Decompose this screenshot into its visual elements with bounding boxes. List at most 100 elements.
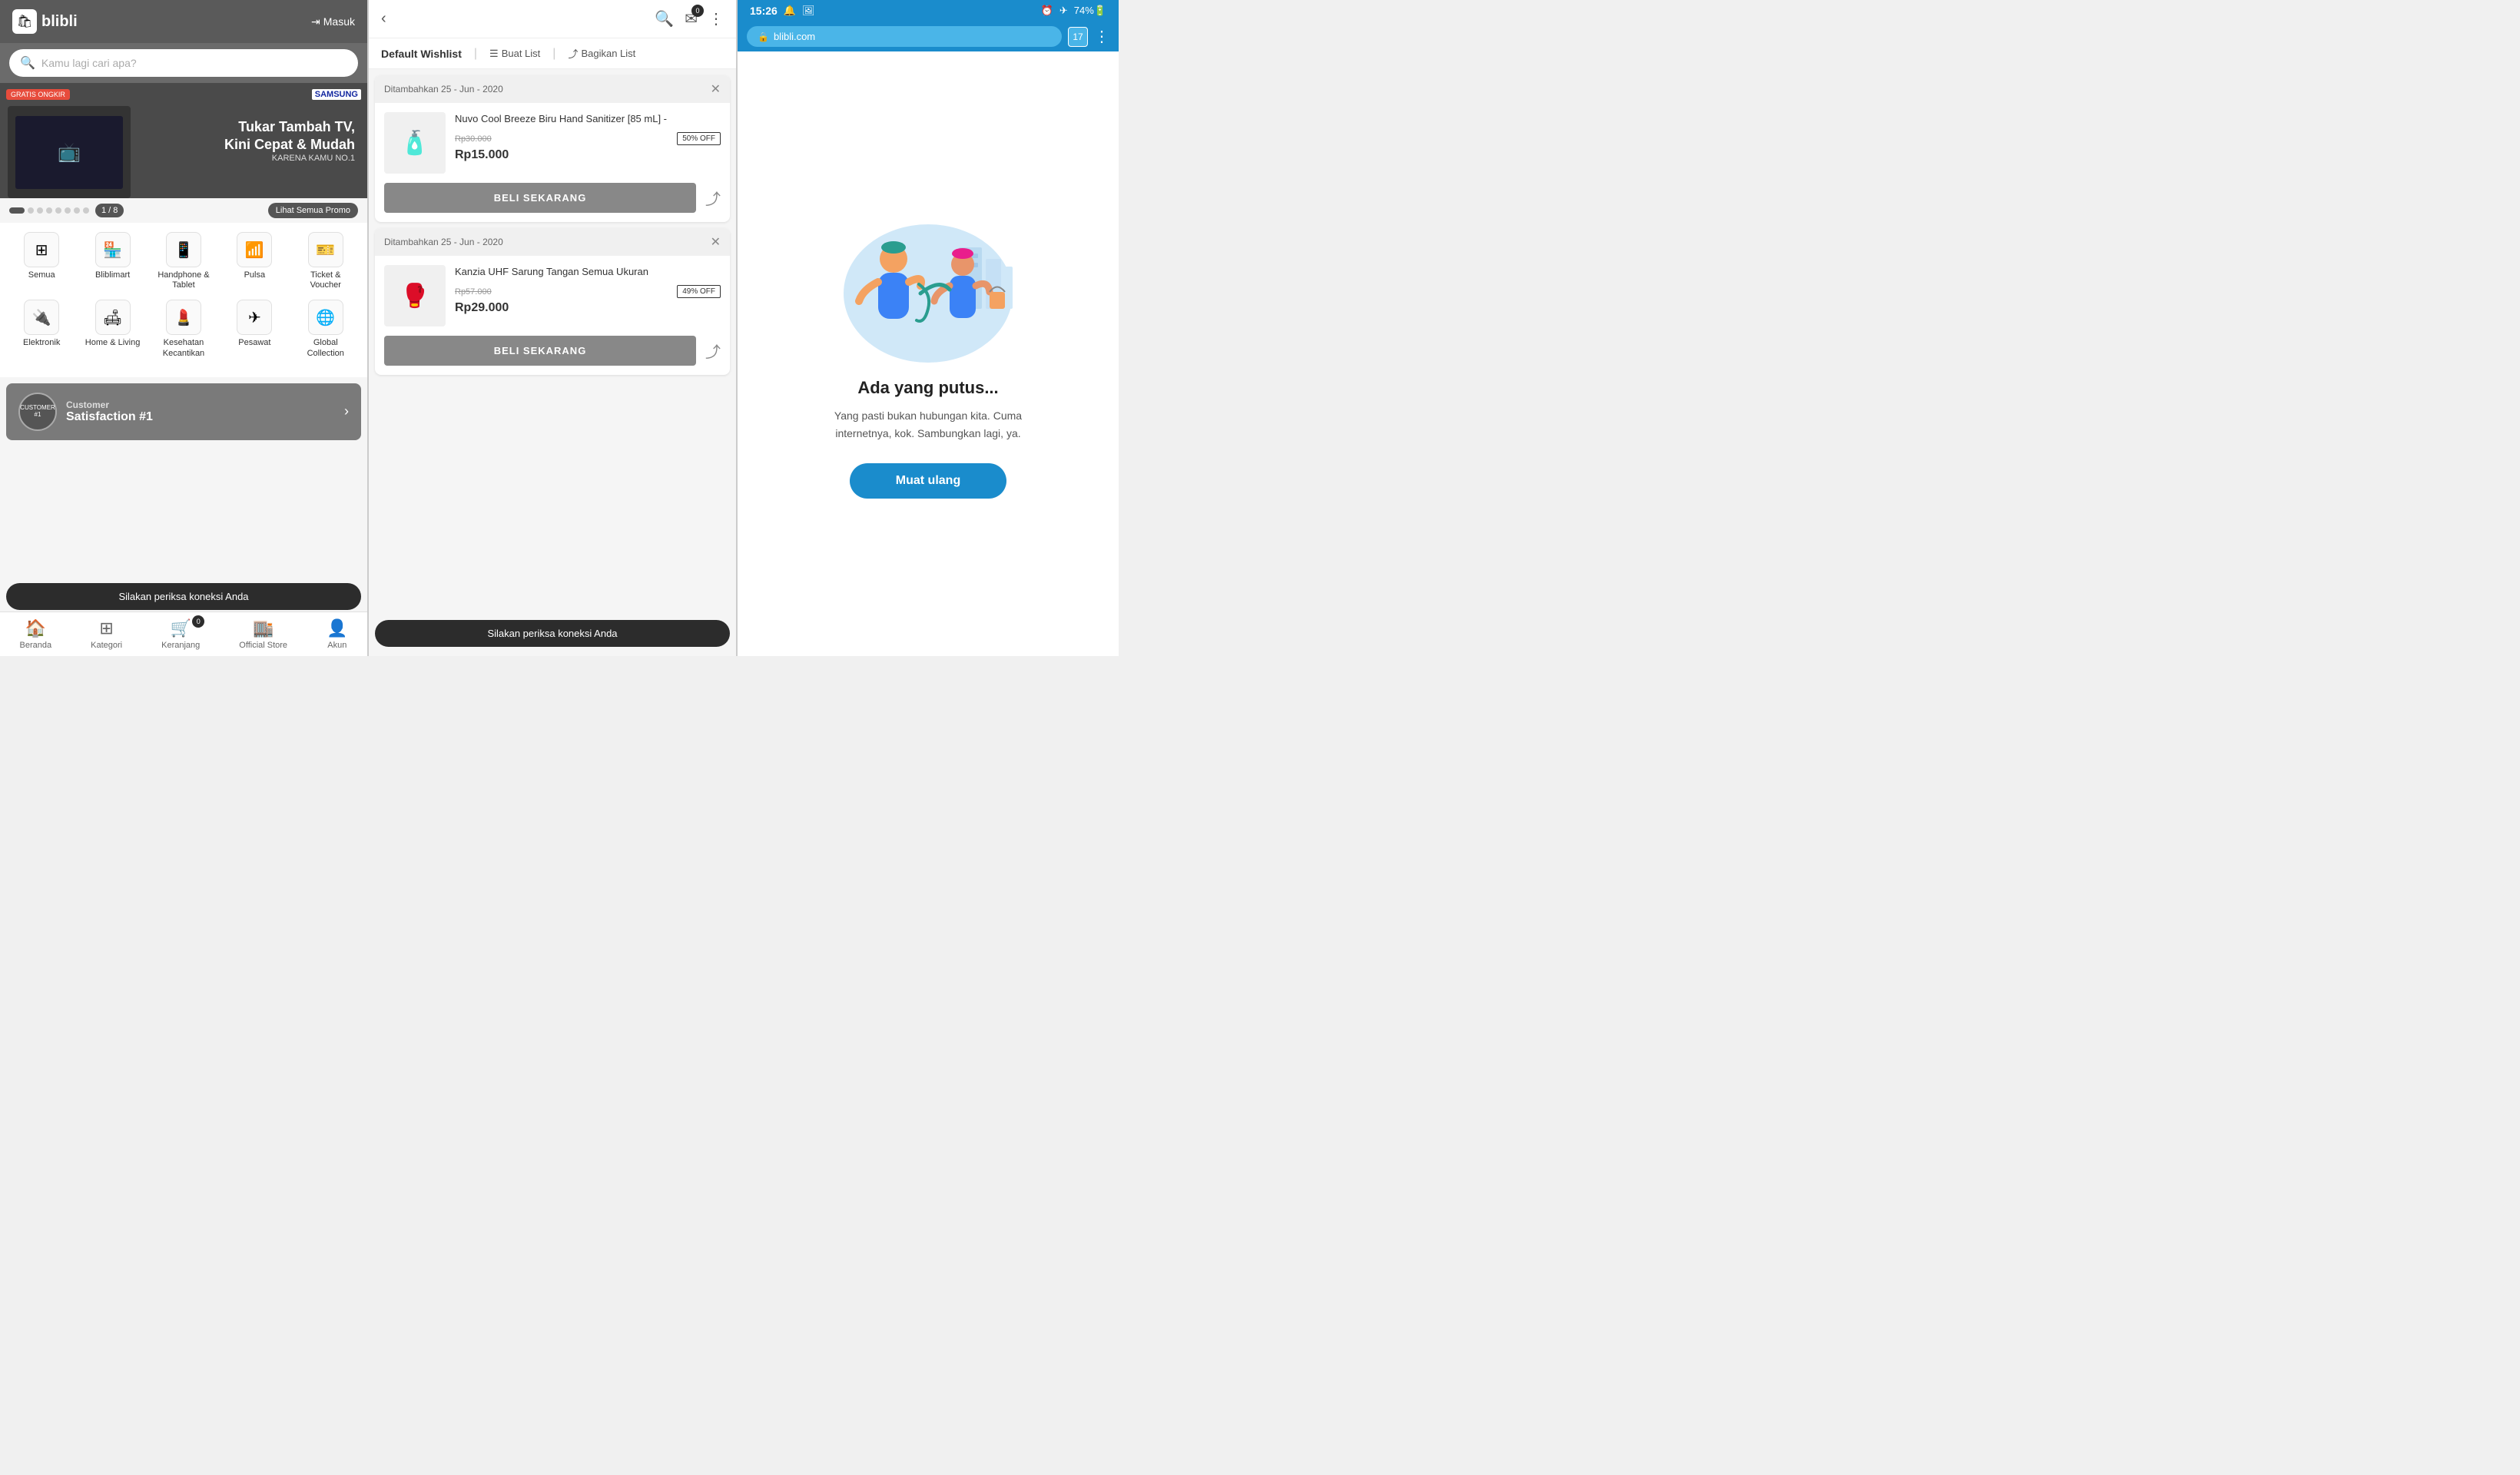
dot-7[interactable] [74,207,80,214]
footer-keranjang[interactable]: 🛒 0 Keranjang [161,618,200,650]
official-store-label: Official Store [239,641,287,650]
buat-list-button[interactable]: ☰ Buat List [489,48,540,60]
tv-illustration: 📺 [8,106,131,198]
pulsa-icon: 📶 [237,232,272,267]
handphone-label: Handphone & Tablet [153,270,214,290]
banner-dots: 1 / 8 Lihat Semua Promo [0,198,367,223]
browser-more-icon[interactable]: ⋮ [1094,27,1109,46]
more-icon[interactable]: ⋮ [708,9,724,28]
samsung-logo: SAMSUNG [312,89,361,100]
error-content: Ada yang putus... Yang pasti bukan hubun… [738,51,1119,656]
item-1-buy-button[interactable]: BELI SEKARANG [384,183,696,213]
item-2-buy-button[interactable]: BELI SEKARANG [384,336,696,366]
tab-count[interactable]: 17 [1068,27,1088,47]
satisfaction-arrow: › [344,403,349,419]
item-1-discount: 50% OFF [677,132,721,145]
reload-button[interactable]: Muat ulang [850,463,1006,499]
official-store-icon: 🏬 [253,618,274,638]
category-semua[interactable]: ⊞ Semua [11,232,72,290]
item-1-share-button[interactable]: ⤴ [705,187,721,209]
buat-list-icon: ☰ [489,48,499,60]
dot-3[interactable] [37,207,43,214]
item-2-name: Kanzia UHF Sarung Tangan Semua Ukuran [455,265,721,279]
default-wishlist-tab[interactable]: Default Wishlist [381,48,462,60]
dot-1[interactable] [9,207,25,214]
categories-section: ⊞ Semua 🏪 Bliblimart 📱 Handphone & Table… [0,223,367,377]
keranjang-badge: 0 [192,615,204,628]
footer-kategori[interactable]: ⊞ Kategori [91,618,122,650]
satisfaction-badge: CUSTOMER#1 [18,393,57,431]
logo-text: blibli [41,13,78,31]
banner-sub: KARENA KAMU NO.1 [224,154,355,163]
panel-browser: 15:26 🔔 🖼 ⏰ ✈ 74%🔋 🔒 blibli.com 17 ⋮ [738,0,1119,656]
buat-list-label: Buat List [502,48,541,59]
item-1-close[interactable]: ✕ [711,81,721,97]
masuk-button[interactable]: ⇥ Masuk [311,15,355,28]
handphone-icon: 📱 [166,232,201,267]
footer-beranda[interactable]: 🏠 Beranda [20,618,52,650]
search-input-wrap[interactable]: 🔍 Kamu lagi cari apa? [9,49,358,77]
masuk-icon: ⇥ [311,15,320,28]
akun-label: Akun [327,641,346,650]
dot-5[interactable] [55,207,61,214]
cart-icon[interactable]: ✉ 0 [685,9,698,28]
browser-status-bar: 15:26 🔔 🖼 ⏰ ✈ 74%🔋 [738,0,1119,22]
item-2-header: Ditambahkan 25 - Jun - 2020 ✕ [375,228,730,256]
error-description: Yang pasti bukan hubungan kita. Cuma int… [805,407,1051,442]
search-icon[interactable]: 🔍 [655,9,674,28]
wishlist-header-left: ‹ [381,10,386,28]
badge-text: CUSTOMER#1 [20,405,55,419]
banner-title-line1: Tukar Tambah TV, [224,118,355,136]
search-placeholder: Kamu lagi cari apa? [41,57,137,69]
category-elektronik[interactable]: 🔌 Elektronik [11,300,72,358]
item-2-share-button[interactable]: ⤴ [705,340,721,362]
bagikan-list-button[interactable]: ⤴ Bagikan List [568,46,635,61]
dot-4[interactable] [46,207,52,214]
alert-icon: 🔔 [784,5,796,17]
category-pulsa[interactable]: 📶 Pulsa [224,232,285,290]
item-1-body: 🧴 Nuvo Cool Breeze Biru Hand Sanitizer [… [375,103,730,183]
category-ticket-voucher[interactable]: 🎫 Ticket & Voucher [295,232,356,290]
search-icon: 🔍 [20,55,35,71]
banner-badges: GRATIS ONGKIR [6,89,70,100]
satisfaction-banner[interactable]: CUSTOMER#1 Customer Satisfaction #1 › [6,383,361,440]
wishlist-item-1: Ditambahkan 25 - Jun - 2020 ✕ 🧴 Nuvo Coo… [375,75,730,222]
panel-blibli-app: 🛍 blibli ⇥ Masuk 🔍 Kamu lagi cari apa? G… [0,0,369,656]
status-right: ⏰ ✈ 74%🔋 [1041,5,1106,17]
alarm-icon: ⏰ [1041,5,1053,17]
semua-icon: ⊞ [24,232,59,267]
category-handphone-tablet[interactable]: 📱 Handphone & Tablet [153,232,214,290]
satisfaction-title: Satisfaction #1 [66,410,153,424]
item-2-actions: BELI SEKARANG ⤴ [375,336,730,375]
category-home-living[interactable]: 🛋 Home & Living [82,300,144,358]
item-2-close[interactable]: ✕ [711,234,721,250]
item-2-discount: 49% OFF [677,285,721,298]
ticket-label: Ticket & Voucher [295,270,356,290]
airplane-icon: ✈ [1059,5,1068,17]
item-1-original-price: Rp30.000 [455,134,492,144]
category-kesehatan[interactable]: 💄 Kesehatan Kecantikan [153,300,214,358]
beranda-icon: 🏠 [25,618,46,638]
category-bliblimart[interactable]: 🏪 Bliblimart [82,232,144,290]
footer-official-store[interactable]: 🏬 Official Store [239,618,287,650]
global-label: Global Collection [295,338,356,358]
promo-button[interactable]: Lihat Semua Promo [268,203,358,218]
footer-akun[interactable]: 👤 Akun [327,618,347,650]
offline-banner: Silakan periksa koneksi Anda [6,583,361,610]
category-pesawat[interactable]: ✈ Pesawat [224,300,285,358]
blibli-logo: 🛍 blibli [12,9,78,34]
item-1-info: Nuvo Cool Breeze Biru Hand Sanitizer [85… [455,112,721,162]
dot-8[interactable] [83,207,89,214]
back-button[interactable]: ‹ [381,10,386,28]
tab-divider-2: | [552,47,555,61]
home-icon: 🛋 [95,300,131,335]
category-global[interactable]: 🌐 Global Collection [295,300,356,358]
promo-banner[interactable]: GRATIS ONGKIR SAMSUNG 📺 Tukar Tambah TV,… [0,83,367,198]
banner-text: Tukar Tambah TV, Kini Cepat & Mudah KARE… [212,118,367,164]
dot-6[interactable] [65,207,71,214]
beranda-label: Beranda [20,641,52,650]
gratis-badge: GRATIS ONGKIR [6,89,70,100]
url-box[interactable]: 🔒 blibli.com [747,26,1062,47]
dot-2[interactable] [28,207,34,214]
item-1-price-row: Rp30.000 50% OFF [455,132,721,145]
